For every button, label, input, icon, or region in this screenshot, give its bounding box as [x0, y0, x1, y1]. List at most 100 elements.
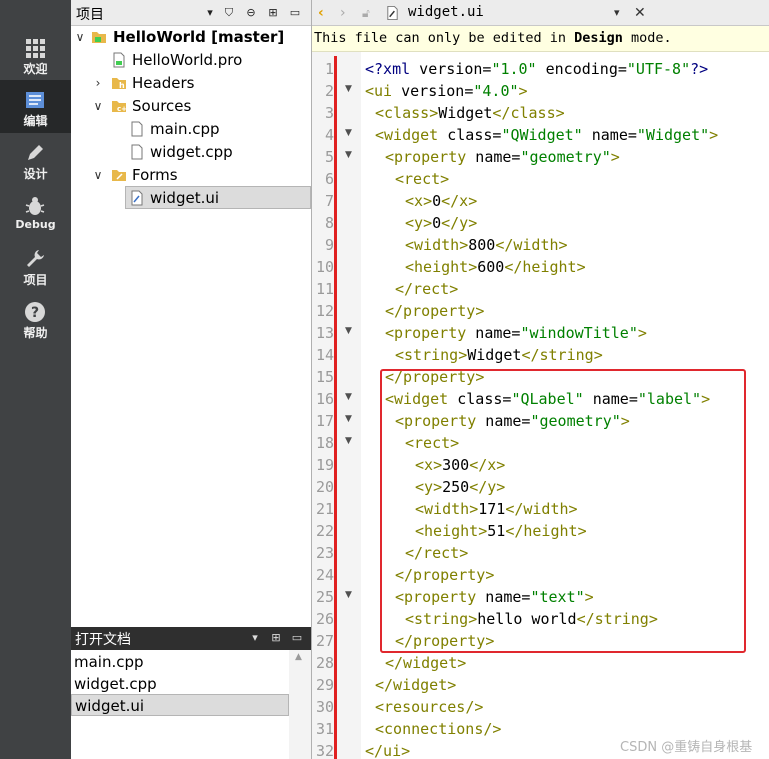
line-number: 18	[315, 434, 334, 452]
open-document-item[interactable]: main.cpp	[71, 651, 289, 673]
document-icon	[26, 92, 44, 108]
ui-file-icon	[131, 190, 143, 206]
line-number: 15	[315, 368, 334, 386]
open-documents-header: 打开文档 ▾ ⊞ ▭	[71, 627, 311, 650]
grid-icon	[26, 39, 45, 58]
line-number: 27	[315, 632, 334, 650]
fold-toggle-icon[interactable]: ▼	[345, 122, 355, 144]
help-icon: ?	[25, 302, 45, 322]
scroll-up-icon[interactable]: ▲	[295, 652, 302, 662]
split-icon[interactable]: ⊞	[267, 629, 285, 647]
line-number: 11	[315, 280, 334, 298]
line-number: 5	[324, 148, 334, 166]
tree-item-headers[interactable]: › h Headers	[71, 72, 311, 95]
fold-toggle-icon[interactable]: ▼	[345, 408, 355, 430]
open-document-item[interactable]: widget.cpp	[71, 673, 289, 695]
line-number: 21	[315, 500, 334, 518]
info-bar: This file can only be edited in Design m…	[312, 26, 769, 52]
line-number: 17	[315, 412, 334, 430]
fold-marker-column: ▼ ▼ ▼ ▼ ▼ ▼ ▼ ▼	[339, 52, 361, 759]
line-number: 20	[315, 478, 334, 496]
wrench-icon	[27, 250, 44, 267]
current-file-name[interactable]: widget.ui	[408, 4, 484, 20]
chevron-down-icon[interactable]: ∨	[91, 166, 105, 184]
tree-item-widget-cpp[interactable]: widget.cpp	[71, 141, 311, 164]
bug-icon	[25, 197, 45, 215]
tree-item-label: Headers	[132, 74, 195, 92]
tree-item-label: Forms	[132, 166, 178, 184]
line-number: 10	[315, 258, 334, 276]
tree-item-widget-ui[interactable]: widget.ui	[125, 186, 311, 209]
mode-edit[interactable]: 编辑	[0, 80, 71, 133]
tree-item-forms[interactable]: ∨ Forms	[71, 164, 311, 187]
back-arrow-icon[interactable]: ‹	[318, 3, 324, 23]
mode-projects[interactable]: 项目	[0, 239, 71, 292]
mode-help[interactable]: ? 帮助	[0, 292, 71, 345]
fold-toggle-icon[interactable]: ▼	[345, 144, 355, 166]
tree-item-project[interactable]: ∨ HelloWorld [master]	[71, 26, 311, 49]
line-number: 16	[315, 390, 334, 408]
pro-file-icon	[113, 52, 125, 68]
open-documents-list: main.cpp widget.cpp widget.ui	[71, 650, 311, 759]
tree-item-main-cpp[interactable]: main.cpp	[71, 118, 311, 141]
highlight-annotation-box	[380, 369, 746, 653]
tree-item-sources[interactable]: ∨ c+ Sources	[71, 95, 311, 118]
mode-label: 帮助	[23, 326, 48, 340]
tree-item-pro-file[interactable]: HelloWorld.pro	[71, 49, 311, 72]
code-line: <height>600</height>	[405, 258, 586, 276]
close-icon[interactable]: ✕	[634, 3, 646, 23]
line-number: 28	[315, 654, 334, 672]
info-message: This file can only be edited in Design m…	[314, 30, 672, 46]
editor-toolbar: ‹ › 🔓︎ widget.ui ▾ ✕	[312, 0, 769, 26]
line-number: 24	[315, 566, 334, 584]
code-line: <resources/>	[375, 698, 484, 716]
projects-pane-header: 项目 ▾ ⛉ ⊖ ⊞ ▭	[71, 0, 311, 26]
code-line: <property name="geometry">	[385, 148, 620, 166]
chevron-down-icon[interactable]: ▾	[246, 629, 264, 647]
code-line: <width>800</width>	[405, 236, 568, 254]
code-line: <string>Widget</string>	[395, 346, 603, 364]
close-pane-icon[interactable]: ▭	[288, 629, 306, 647]
code-line: </ui>	[365, 742, 411, 759]
chevron-down-icon[interactable]: ▾	[614, 3, 620, 23]
line-number: 1	[324, 60, 334, 78]
fold-toggle-icon[interactable]: ▼	[345, 430, 355, 452]
mode-label: 欢迎	[23, 62, 48, 76]
pencil-icon	[28, 145, 43, 160]
projects-view-selector[interactable]: 项目	[76, 4, 104, 24]
open-document-item[interactable]: widget.ui	[71, 694, 289, 716]
line-number: 32	[315, 742, 334, 759]
code-line: <?xml version="1.0" encoding="UTF-8"?>	[365, 60, 709, 78]
mode-welcome[interactable]: 欢迎	[0, 28, 71, 81]
forward-arrow-icon[interactable]: ›	[340, 3, 346, 23]
line-number: 29	[315, 676, 334, 694]
code-line: </property>	[385, 302, 485, 320]
line-number: 26	[315, 610, 334, 628]
line-number: 31	[315, 720, 334, 738]
chevron-down-icon[interactable]: ▾	[201, 4, 219, 22]
code-line: <x>0</x>	[405, 192, 478, 210]
line-number: 9	[324, 236, 334, 254]
chevron-down-icon[interactable]: ∨	[91, 97, 105, 115]
chevron-right-icon[interactable]: ›	[91, 74, 105, 92]
fold-toggle-icon[interactable]: ▼	[345, 584, 355, 606]
tree-item-label: HelloWorld.pro	[132, 51, 243, 69]
ui-file-icon	[387, 5, 398, 21]
svg-text:c+: c+	[117, 105, 127, 113]
mode-debug[interactable]: Debug	[0, 186, 71, 239]
split-icon[interactable]: ⊞	[264, 4, 282, 22]
svg-text:h: h	[119, 81, 125, 90]
chevron-down-icon[interactable]: ∨	[73, 28, 87, 46]
mode-design[interactable]: 设计	[0, 133, 71, 186]
open-documents-title[interactable]: 打开文档	[75, 629, 131, 649]
close-pane-icon[interactable]: ▭	[286, 4, 304, 22]
line-number: 3	[324, 104, 334, 122]
open-documents-scrollbar[interactable]: ▲	[289, 650, 311, 759]
link-icon[interactable]: ⊖	[242, 4, 260, 22]
fold-toggle-icon[interactable]: ▼	[345, 320, 355, 342]
fold-toggle-icon[interactable]: ▼	[345, 386, 355, 408]
line-number: 7	[324, 192, 334, 210]
filter-icon[interactable]: ⛉	[220, 4, 238, 22]
tree-item-label: Sources	[132, 97, 192, 115]
fold-toggle-icon[interactable]: ▼	[345, 78, 355, 100]
